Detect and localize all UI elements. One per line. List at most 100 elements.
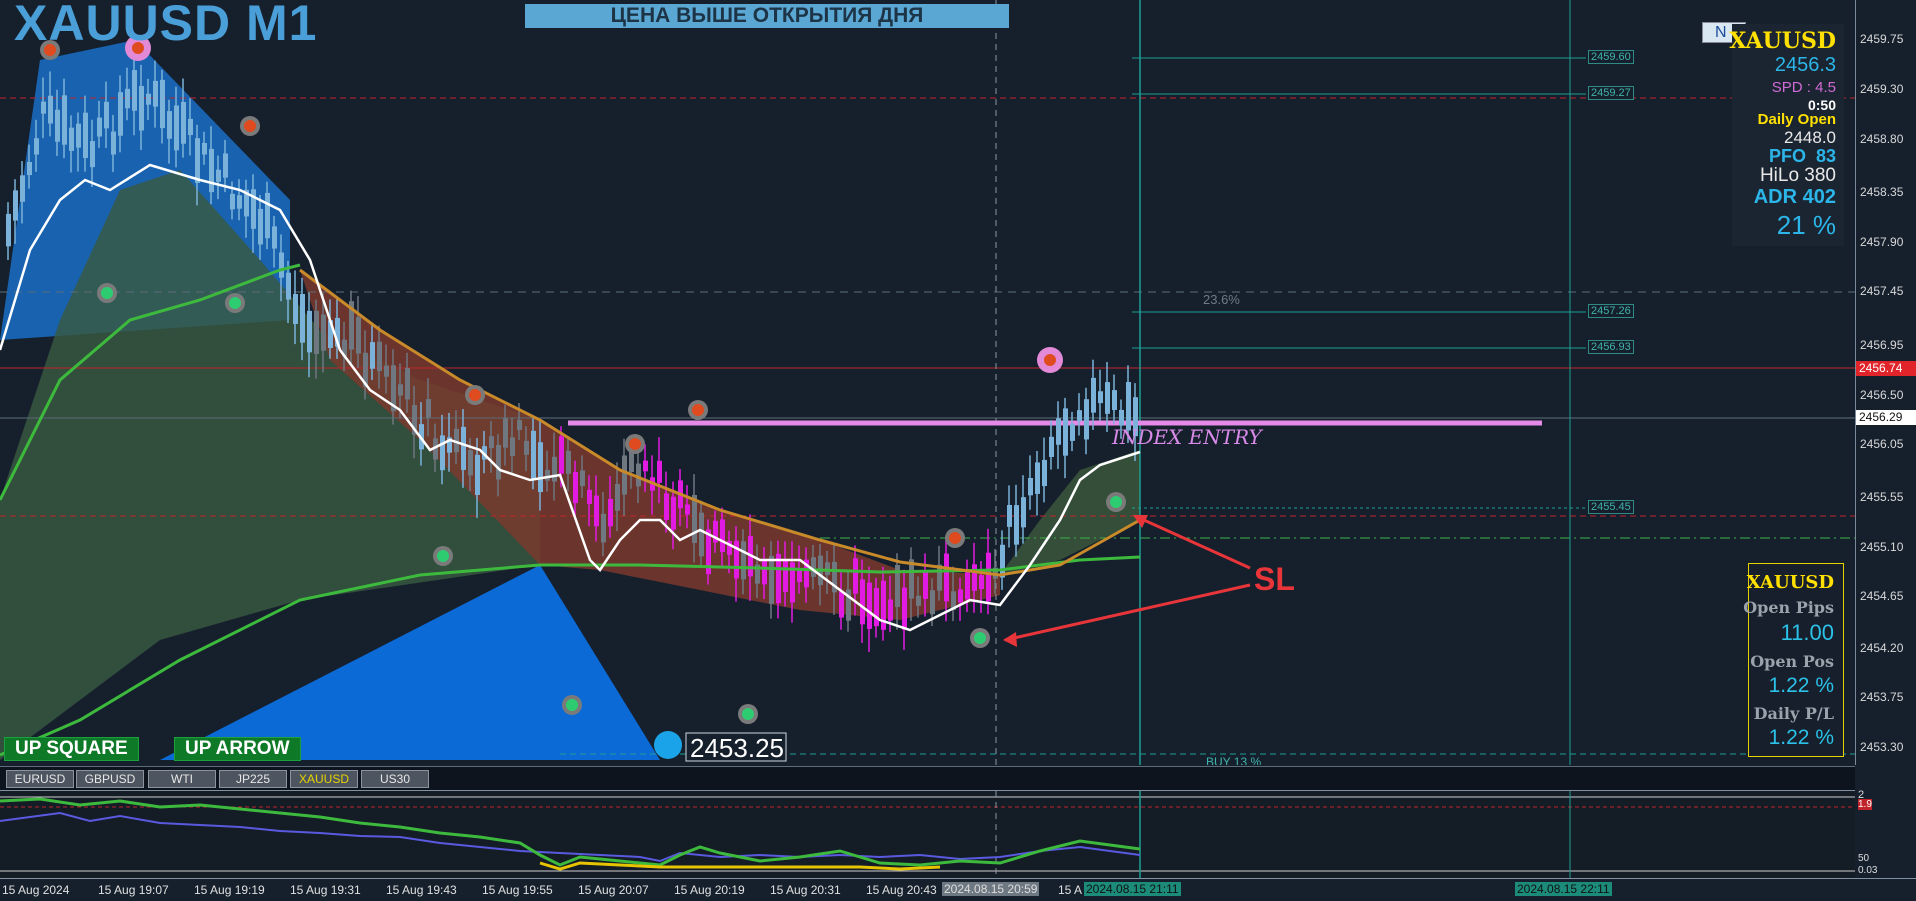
fib-price-label: 2459.27: [1588, 86, 1634, 100]
candle-body: [636, 463, 641, 487]
price-tick: 2456.50: [1860, 388, 1904, 402]
candle-body: [377, 341, 382, 372]
candle-body: [769, 555, 774, 604]
candle-body: [986, 552, 991, 602]
pivot-dot: [1044, 354, 1056, 366]
time-label: 15 Aug 2024: [2, 883, 70, 897]
hilo-value: 380: [1804, 165, 1836, 186]
candle-body: [1014, 505, 1019, 545]
candle-body: [132, 70, 137, 111]
tab-us30[interactable]: US30: [361, 770, 429, 788]
candle-body: [874, 587, 879, 627]
candle-body: [601, 513, 606, 543]
price-tick: 2454.65: [1860, 589, 1904, 603]
candle-body: [867, 582, 872, 629]
daily-pl-value: 1.22 %: [1768, 726, 1834, 749]
candle-body: [622, 455, 627, 495]
candle-body: [188, 118, 193, 136]
candle-body: [1077, 410, 1082, 422]
time-label: 15 Aug 19:31: [290, 883, 361, 897]
candle-body: [90, 141, 95, 168]
chart-canvas[interactable]: 2453.25 INDEX ENTRY SL 23.6% BUY 13 %: [0, 0, 1855, 765]
sl-arrowhead-2: [1003, 632, 1017, 647]
tab-eurusd[interactable]: EURUSD: [6, 770, 74, 788]
candle-body: [1063, 408, 1068, 456]
indicator-subwindow[interactable]: 2 1.9 50 0.03: [0, 789, 1877, 879]
swing-dot: [229, 297, 241, 309]
info-adr: ADR 402: [1754, 186, 1836, 209]
candle-body: [699, 512, 704, 557]
price-chart[interactable]: 2453.25 INDEX ENTRY SL 23.6% BUY 13 % XA…: [0, 0, 1855, 765]
candle-body: [965, 572, 970, 600]
indicator-scale-low: 50: [1858, 853, 1870, 864]
price-scale[interactable]: 2459.75 2459.30 2458.80 2458.35 2457.90 …: [1855, 0, 1916, 765]
candle-body: [258, 208, 263, 245]
tab-xauusd[interactable]: XAUUSD: [290, 770, 358, 788]
price-tick: 2456.95: [1860, 338, 1904, 352]
info-price: 2456.3: [1774, 54, 1836, 76]
info-spread: SPD : 4.5: [1771, 79, 1836, 96]
candle-body: [167, 111, 172, 139]
tab-jp225[interactable]: JP225: [219, 770, 287, 788]
candle-body: [762, 560, 767, 585]
info-daily-open-label: Daily Open: [1757, 111, 1836, 128]
candle-body: [720, 519, 725, 553]
indicator-scale-mid: 1.9: [1858, 799, 1872, 810]
candle-body: [27, 162, 32, 176]
symbol-info-panel: XAUUSD 2456.3 SPD : 4.5 0:50 Daily Open …: [1729, 24, 1844, 246]
swing-dot: [566, 699, 578, 711]
candle-body: [559, 436, 564, 474]
candle-body: [566, 450, 571, 474]
candle-body: [146, 93, 151, 105]
candle-body: [111, 131, 116, 155]
candle-body: [608, 498, 613, 527]
tab-wti[interactable]: WTI: [148, 770, 216, 788]
time-axis[interactable]: 15 Aug 2024 15 Aug 19:07 15 Aug 19:19 15…: [0, 878, 1916, 901]
adr-label: ADR: [1753, 186, 1798, 208]
tab-gbpusd[interactable]: GBPUSD: [76, 770, 144, 788]
candle-body: [475, 454, 480, 495]
candle-body: [1035, 462, 1040, 494]
pfo-label: PFO: [1768, 146, 1806, 166]
candle-body: [209, 148, 214, 193]
candle-body: [1000, 544, 1005, 578]
candle-body: [958, 589, 963, 603]
candle-body: [916, 595, 921, 606]
time-label: 15 Aug 20:19: [674, 883, 745, 897]
candle-body: [1091, 377, 1096, 413]
candle-body: [1056, 418, 1061, 445]
pl-panel: XAUUSD Open Pips 11.00 Open Pos 1.22 % D…: [1743, 563, 1844, 757]
swing-dot: [469, 389, 481, 401]
candle-body: [83, 112, 88, 159]
symbol-tab-bar: EURUSD GBPUSD WTI JP225 XAUUSD US30: [0, 766, 1855, 791]
info-daily-open-value: 2448.0: [1784, 128, 1836, 147]
info-pfo: PFO 83: [1769, 146, 1836, 167]
candle-body: [979, 575, 984, 590]
time-label: 15 A: [1058, 883, 1083, 897]
candle-body: [1021, 497, 1026, 528]
fib-price-label: 2455.45: [1588, 500, 1634, 514]
fib-price-label: 2457.26: [1588, 304, 1634, 318]
swing-dot: [949, 532, 961, 544]
candle-body: [594, 495, 599, 527]
candle-body: [552, 456, 557, 482]
current-price-tag: 2456.74: [1856, 361, 1916, 376]
candle-body: [230, 193, 235, 210]
price-tick: 2458.80: [1860, 132, 1904, 146]
candle-body: [97, 117, 102, 137]
candle-body: [300, 293, 305, 343]
vline-time-tag-2: 2024.08.15 22:11: [1515, 882, 1612, 896]
sl-text: SL: [1254, 561, 1295, 597]
candle-body: [496, 444, 501, 480]
candle-body: [489, 436, 494, 449]
candle-body: [321, 314, 326, 351]
candle-body: [923, 571, 928, 599]
candle-body: [286, 272, 291, 300]
candle-body: [6, 213, 11, 247]
swing-dot: [1110, 496, 1122, 508]
price-tick: 2454.20: [1860, 641, 1904, 655]
candle-body: [384, 365, 389, 377]
candle-body: [657, 460, 662, 483]
candle-body: [468, 450, 473, 476]
candle-body: [510, 437, 515, 457]
